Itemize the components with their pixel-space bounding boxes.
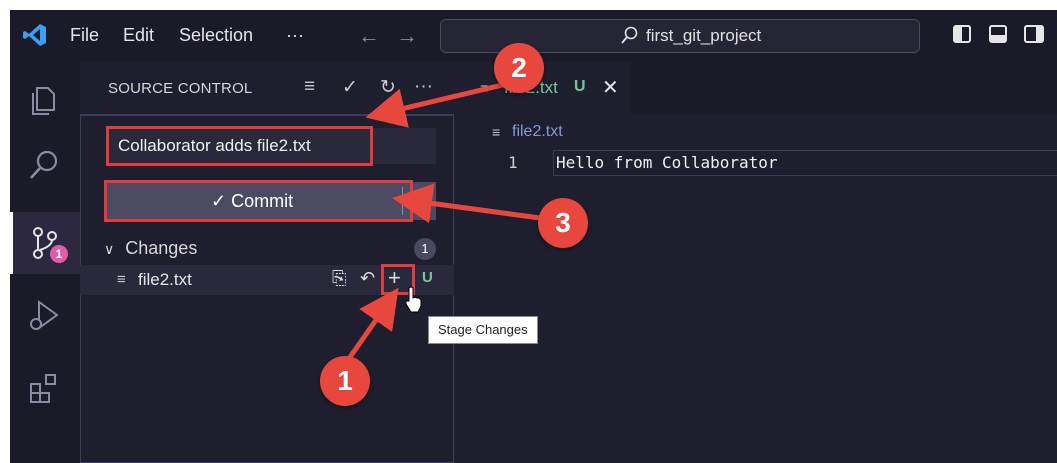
callout-step-3: 3 bbox=[538, 198, 588, 248]
arrow-1 bbox=[345, 287, 399, 362]
callout-step-2: 2 bbox=[494, 43, 544, 93]
arrow-2 bbox=[365, 79, 516, 128]
arrow-3 bbox=[392, 183, 541, 224]
vscode-window: File Edit Selection ··· ← → first_git_pr… bbox=[10, 10, 1057, 463]
callout-step-1: 1 bbox=[320, 356, 370, 406]
